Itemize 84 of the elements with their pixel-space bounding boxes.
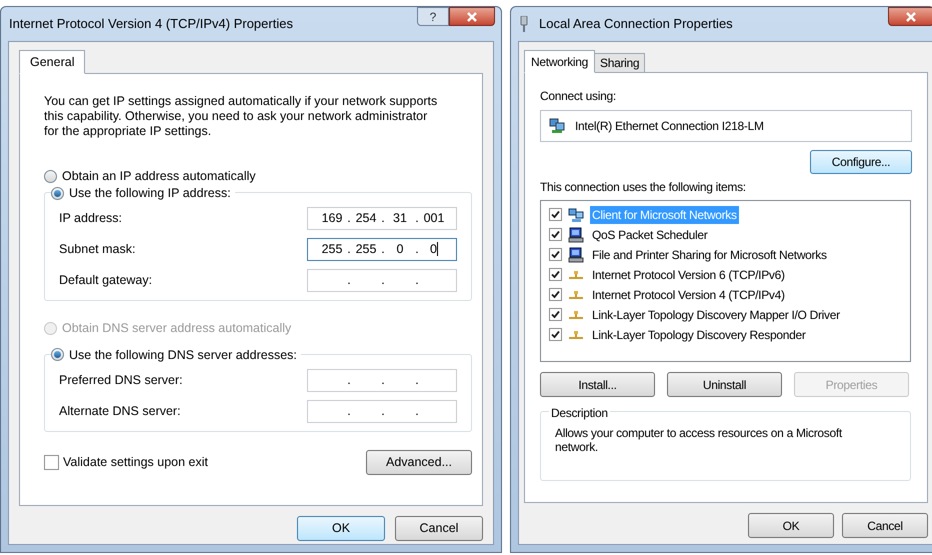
separator-dot: . <box>414 372 420 389</box>
computer-icon <box>568 246 584 262</box>
close-icon <box>466 12 478 22</box>
list-item[interactable]: Link-Layer Topology Discovery Mapper I/O Driver <box>590 306 842 324</box>
checkbox[interactable] <box>549 228 562 241</box>
window-title: Local Area Connection Properties <box>539 15 733 34</box>
network-cable-icon <box>519 16 529 32</box>
separator-dot: . <box>380 272 386 289</box>
list-item[interactable]: Link-Layer Topology Discovery Responder <box>590 326 808 344</box>
octet-text: 254 <box>356 210 376 227</box>
window-title: Internet Protocol Version 4 (TCP/IPv4) Properties <box>9 15 293 34</box>
ip-address-field[interactable]: . . . <box>307 400 457 422</box>
items-label: This connection uses the following items: <box>540 179 747 196</box>
radio-button[interactable] <box>44 170 57 183</box>
connect-using-label: Connect using: <box>540 88 617 105</box>
checkbox[interactable] <box>549 288 562 301</box>
radio-label: Obtain DNS server address automatically <box>62 320 292 337</box>
ip-address-field[interactable]: 255 . 255 . 0 . 0 <box>307 238 457 261</box>
advanced-button[interactable]: Advanced... <box>366 450 472 474</box>
separator-dot: . <box>380 210 386 227</box>
close-button[interactable] <box>449 7 495 26</box>
ip-address-field[interactable]: . . . <box>307 268 457 292</box>
separator-dot: . <box>346 372 352 389</box>
cancel-button[interactable]: Cancel <box>842 513 928 538</box>
octet-text: 0 <box>430 240 437 258</box>
ok-button[interactable]: OK <box>748 513 834 538</box>
separator-dot: . <box>346 272 352 289</box>
close-button[interactable] <box>888 7 932 26</box>
list-item[interactable]: QoS Packet Scheduler <box>590 226 710 244</box>
separator-dot: . <box>346 240 352 258</box>
radio-label: Obtain an IP address automatically <box>62 168 256 185</box>
uninstall-button[interactable]: Uninstall <box>667 372 782 397</box>
field-label: Preferred DNS server: <box>59 372 184 389</box>
separator-dot: . <box>380 402 386 420</box>
radio-label: Use the following DNS server addresses: <box>69 346 297 364</box>
close-icon <box>905 12 917 22</box>
octet-text: 31 <box>393 210 407 227</box>
separator-dot: . <box>414 210 420 227</box>
checkbox[interactable] <box>549 328 562 341</box>
configure-button[interactable]: Configure... <box>810 150 912 174</box>
install-button[interactable]: Install... <box>540 372 655 397</box>
ip-address-field[interactable]: 169 . 254 . 31 . 001 <box>307 206 457 230</box>
list-item[interactable]: File and Printer Sharing for Microsoft Networks <box>590 246 829 264</box>
field-label: Alternate DNS server: <box>59 402 182 420</box>
text-cursor <box>436 242 438 256</box>
checkbox[interactable] <box>549 208 562 221</box>
computers-icon <box>568 206 584 222</box>
cancel-button[interactable]: Cancel <box>395 516 483 541</box>
network-adapter-icon <box>549 118 565 134</box>
octet-text: 0 <box>396 240 404 258</box>
tab[interactable]: General <box>19 50 86 74</box>
radio-button[interactable] <box>51 348 64 362</box>
separator-dot: . <box>380 240 386 258</box>
separator-dot: . <box>346 210 352 227</box>
field-label: IP address: <box>59 210 124 227</box>
checkbox[interactable] <box>549 308 562 321</box>
radio-button[interactable] <box>51 186 64 200</box>
field-label: Default gateway: <box>59 272 154 289</box>
field-label: Subnet mask: <box>59 240 136 258</box>
separator-dot: . <box>414 272 420 289</box>
checkbox[interactable] <box>549 268 562 281</box>
description-text: Allows your computer to access resources on a Microsoft network. <box>555 426 844 454</box>
tab[interactable]: Networking <box>524 50 596 73</box>
list-item[interactable]: Internet Protocol Version 4 (TCP/IPv4) <box>590 286 787 304</box>
checkbox-label: Validate settings upon exit <box>63 454 208 471</box>
separator-dot: . <box>414 402 420 420</box>
checkbox[interactable] <box>44 454 59 470</box>
separator-dot: . <box>346 402 352 420</box>
adapter-name: Intel(R) Ethernet Connection I218-LM <box>575 118 764 135</box>
intro-text: You can get IP settings assigned automatically if your network supports this capability. Otherwise, you need to ask your network administrator for the appropriate IP settings. <box>44 94 438 139</box>
checkbox[interactable] <box>549 248 562 261</box>
separator-dot: . <box>414 240 420 258</box>
octet-text: 255 <box>322 240 342 258</box>
octet-text: 001 <box>424 210 444 227</box>
ok-button[interactable]: OK <box>297 516 385 541</box>
octet-text: 255 <box>356 240 376 258</box>
list-item[interactable]: Internet Protocol Version 6 (TCP/IPv6) <box>590 266 787 284</box>
radio-label: Use the following IP address: <box>69 184 231 202</box>
separator-dot: . <box>380 372 386 389</box>
octet-text: 169 <box>322 210 342 227</box>
tab[interactable]: Sharing <box>595 53 646 73</box>
help-button[interactable]: ? <box>417 7 449 26</box>
ip-address-field[interactable]: . . . <box>307 368 457 392</box>
computer-icon <box>568 226 584 242</box>
